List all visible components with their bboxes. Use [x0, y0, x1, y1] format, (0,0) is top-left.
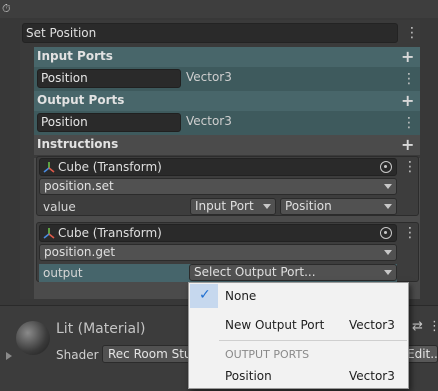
object-field[interactable]: Cube (Transform)	[39, 158, 397, 176]
menu-item-new-output-port[interactable]: New Output Port	[225, 318, 324, 332]
shader-dropdown[interactable]: Rec Room Stu	[102, 345, 194, 363]
object-field[interactable]: Cube (Transform)	[39, 224, 397, 242]
menu-section-header: OUTPUT PORTS	[225, 348, 310, 361]
add-output-port-icon[interactable]: +	[401, 93, 414, 109]
instruction-kebab-icon[interactable]: ⋮	[403, 160, 417, 174]
method-dropdown-value: position.set	[44, 179, 114, 193]
object-picker-icon[interactable]	[380, 227, 392, 239]
instructions-title: Instructions	[37, 137, 119, 151]
input-port-name-field[interactable]: Position	[37, 69, 181, 88]
output-port-name-field[interactable]: Position	[37, 113, 181, 132]
port-dropdown[interactable]: Position	[280, 198, 397, 215]
set-position-panel: Set Position ⋮ Input Ports + Position Ve…	[20, 20, 420, 299]
chevron-down-icon	[263, 204, 271, 209]
menu-item-position[interactable]: Position	[225, 369, 272, 383]
shader-label: Shader	[56, 348, 99, 362]
menu-item-position-type: Vector3	[349, 369, 395, 383]
add-input-port-icon[interactable]: +	[401, 49, 414, 65]
object-field-label: Cube (Transform)	[58, 160, 162, 174]
source-dropdown-value: Input Port	[195, 199, 254, 213]
input-ports-title: Input Ports	[37, 49, 113, 63]
output-port-kebab-icon[interactable]: ⋮	[402, 116, 416, 130]
method-dropdown[interactable]: position.get	[39, 244, 397, 261]
instructions-header: Instructions	[34, 135, 420, 155]
object-picker-icon[interactable]	[380, 161, 392, 173]
node-title-field[interactable]: Set Position	[22, 23, 398, 43]
input-ports-header: Input Ports	[34, 47, 420, 67]
method-dropdown[interactable]: position.set	[39, 178, 397, 195]
instruction-item: Cube (Transform) ⋮ position.get output S…	[36, 222, 419, 282]
chevron-down-icon	[384, 184, 392, 189]
chevron-down-icon	[384, 250, 392, 255]
output-port-dropdown-value: Select Output Port...	[194, 265, 316, 279]
transform-icon	[43, 162, 55, 173]
chevron-down-icon	[384, 204, 392, 209]
input-port-kebab-icon[interactable]: ⋮	[402, 72, 416, 86]
param-label: value	[43, 200, 76, 214]
shader-edit-button[interactable]: Edit...	[404, 345, 438, 363]
material-title: Lit (Material)	[56, 321, 146, 337]
instruction-kebab-icon[interactable]: ⋮	[403, 226, 417, 240]
material-preview-sphere	[16, 321, 50, 355]
port-dropdown-value: Position	[285, 199, 332, 213]
method-dropdown-value: position.get	[44, 245, 116, 259]
toolbar-strip: ⏱	[0, 0, 438, 18]
output-ports-header: Output Ports	[34, 91, 420, 111]
chevron-down-icon	[384, 270, 392, 275]
menu-item-none[interactable]: None	[225, 289, 256, 303]
output-port-type: Vector3	[186, 114, 232, 128]
checkmark-icon: ✓	[199, 287, 211, 303]
settings-sliders-icon[interactable]: ⇄	[412, 319, 423, 334]
instruction-item: Cube (Transform) ⋮ position.set value In…	[36, 156, 419, 216]
transform-icon	[43, 228, 55, 239]
menu-check-column: ✓	[190, 284, 218, 308]
param-label: output	[43, 266, 83, 280]
expand-arrow-icon[interactable]	[6, 352, 12, 360]
input-port-row: Position Vector3 ⋮	[34, 67, 420, 91]
output-ports-title: Output Ports	[37, 93, 125, 107]
output-port-menu: ✓ None New Output Port Vector3 OUTPUT PO…	[188, 282, 409, 389]
title-kebab-icon[interactable]: ⋮	[405, 26, 419, 40]
menu-item-new-output-port-type: Vector3	[349, 318, 395, 332]
output-port-dropdown[interactable]: Select Output Port...	[189, 264, 397, 281]
stopwatch-icon[interactable]: ⏱	[2, 2, 18, 16]
input-port-type: Vector3	[186, 70, 232, 84]
source-dropdown[interactable]: Input Port	[190, 198, 276, 215]
output-port-row: Position Vector3 ⋮	[34, 111, 420, 135]
add-instruction-icon[interactable]: +	[401, 137, 414, 153]
object-field-label: Cube (Transform)	[58, 226, 162, 240]
material-kebab-icon[interactable]: ⋮	[428, 319, 438, 334]
menu-divider	[219, 340, 407, 341]
